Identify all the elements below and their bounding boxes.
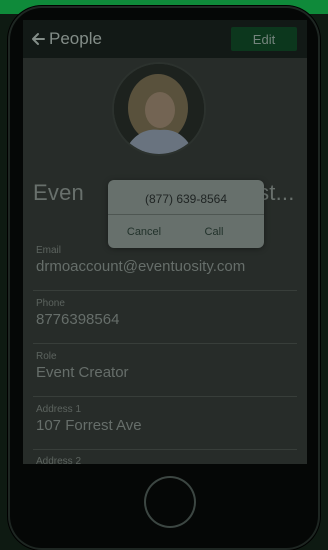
home-button[interactable] bbox=[144, 476, 196, 528]
dialog-divider bbox=[108, 214, 264, 215]
call-button[interactable]: Call bbox=[172, 226, 256, 238]
dialog-phone-number: (877) 639-8564 bbox=[144, 192, 228, 206]
call-dialog: (877) 639-8564 Cancel Call bbox=[108, 180, 264, 248]
